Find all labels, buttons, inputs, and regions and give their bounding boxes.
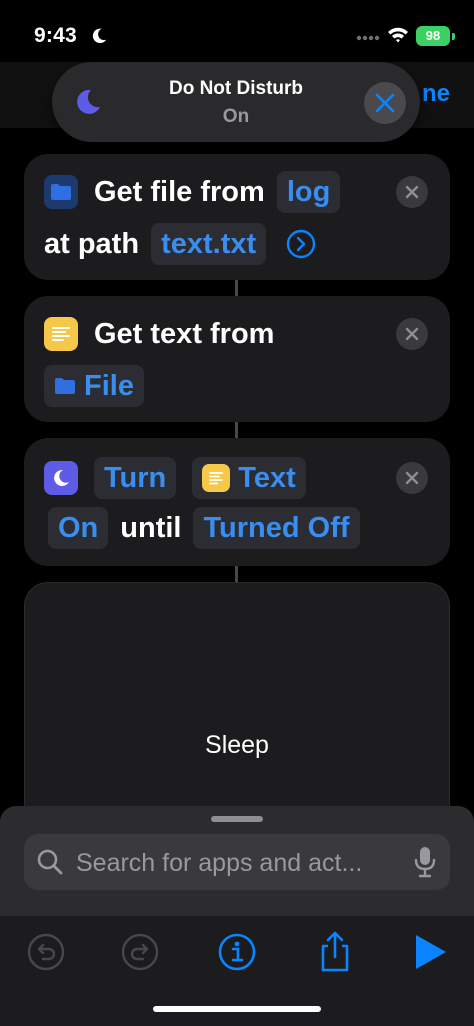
close-icon (405, 185, 419, 199)
close-icon (405, 471, 419, 485)
info-icon[interactable] (215, 930, 259, 974)
moon-icon (54, 469, 69, 486)
remove-action-button[interactable] (396, 176, 428, 208)
play-icon[interactable] (408, 930, 452, 974)
status-time: 9:43 (34, 24, 77, 47)
action-line: Get file from log (44, 170, 450, 214)
chevron-right-circle-icon[interactable] (286, 229, 316, 259)
text-lines-icon (52, 327, 70, 341)
battery-tip (452, 33, 455, 40)
token-turn[interactable]: Turn (94, 457, 177, 499)
shortcut-editor-screen: 9:43 98 ne Do Not Disturb On Get file fr… (0, 0, 474, 1026)
microphone-icon[interactable] (414, 846, 436, 878)
search-field[interactable] (24, 834, 450, 890)
token-log[interactable]: log (276, 171, 341, 213)
token-path[interactable]: text.txt (151, 223, 267, 265)
battery-indicator: 98 (416, 26, 450, 46)
action-get-text[interactable]: Get text from File (24, 296, 450, 422)
action-line: Get text from (44, 312, 450, 356)
action-get-file[interactable]: Get file from log at path text.txt (24, 154, 450, 280)
action-line: On until Turned Off (48, 506, 450, 550)
sleep-focus-card[interactable]: Sleep (24, 582, 450, 842)
remove-action-button[interactable] (396, 462, 428, 494)
sheet-grabber[interactable] (211, 816, 263, 822)
token-turned-off[interactable]: Turned Off (193, 507, 360, 549)
battery-level: 98 (425, 28, 441, 43)
search-input[interactable] (74, 846, 408, 880)
token-label: Text (238, 461, 296, 494)
action-line: at path text.txt (44, 222, 450, 266)
close-icon (375, 93, 395, 113)
text-lines-icon (209, 472, 224, 485)
action-connector (235, 422, 238, 438)
token-label: File (84, 369, 134, 402)
search-icon (37, 849, 63, 875)
text-app-icon (202, 464, 231, 492)
action-line: Turn Text (44, 456, 450, 500)
folder-icon (55, 378, 75, 394)
focus-banner[interactable]: Do Not Disturb On (52, 62, 420, 142)
action-title: Get file from (94, 175, 265, 208)
moon-icon (92, 28, 107, 44)
action-connector (235, 280, 238, 296)
wifi-icon (388, 27, 408, 43)
cellular-dots-icon (356, 35, 380, 41)
folder-icon (51, 184, 71, 200)
action-text-at-path: at path (44, 227, 140, 260)
close-icon (405, 327, 419, 341)
banner-close-button[interactable] (364, 82, 406, 124)
home-indicator (153, 1006, 321, 1012)
text-app-icon (44, 317, 78, 351)
sleep-label: Sleep (205, 731, 269, 759)
token-on[interactable]: On (48, 507, 109, 549)
files-app-icon (44, 175, 78, 209)
token-file[interactable]: File (44, 365, 144, 407)
redo-icon[interactable] (118, 930, 162, 974)
undo-icon[interactable] (24, 930, 68, 974)
focus-app-icon (44, 461, 78, 495)
remove-action-button[interactable] (396, 318, 428, 350)
action-set-focus[interactable]: Turn Text On until Turned Off (24, 438, 450, 566)
token-text[interactable]: Text (192, 457, 306, 499)
done-button[interactable]: ne (422, 80, 450, 108)
action-title: Get text from (94, 317, 275, 350)
action-connector (235, 566, 238, 582)
action-text-until: until (120, 511, 182, 544)
action-line: File (44, 364, 450, 408)
share-icon[interactable] (313, 930, 357, 974)
